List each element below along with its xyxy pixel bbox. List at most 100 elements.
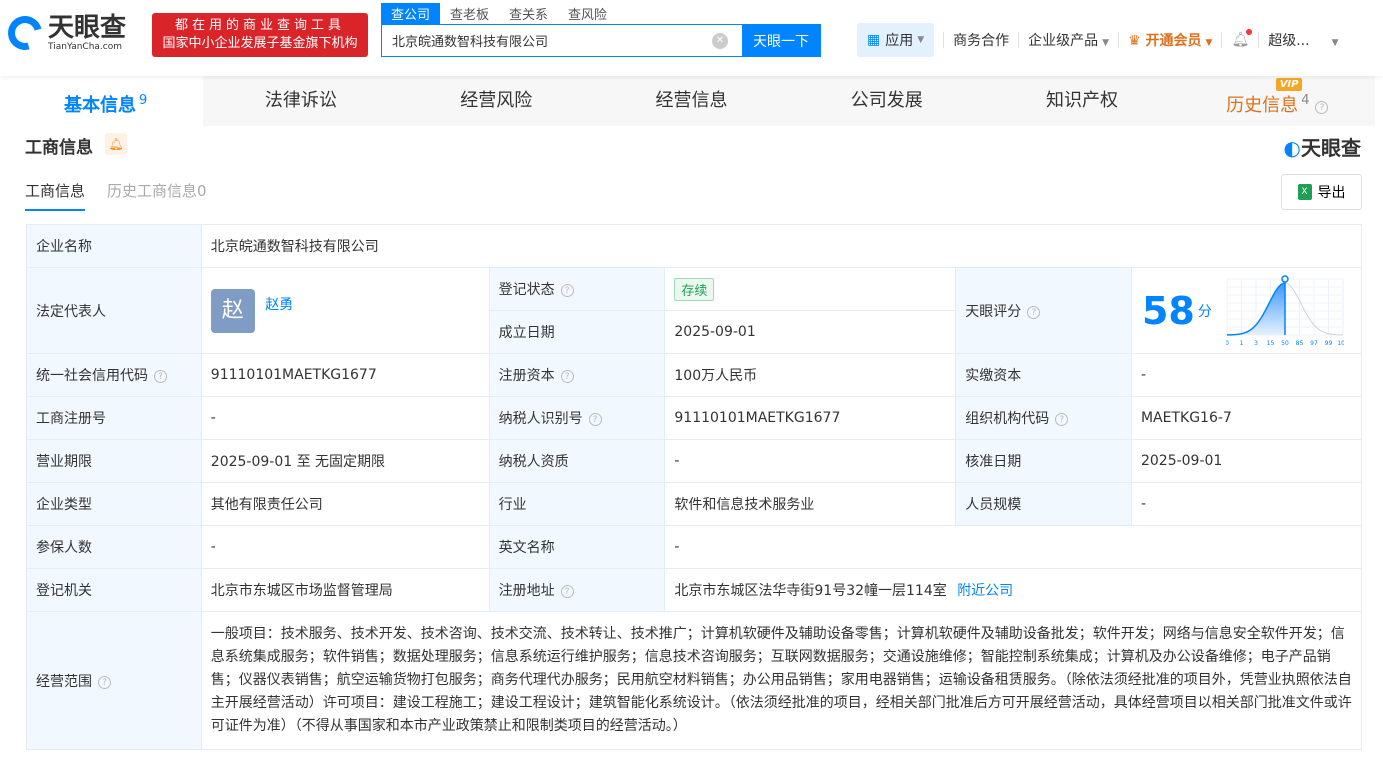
help-icon[interactable]: ? bbox=[1055, 413, 1069, 426]
tax-qualification: - bbox=[664, 439, 957, 483]
divider bbox=[1258, 32, 1260, 48]
label-legal-rep: 法定代表人 bbox=[26, 267, 202, 354]
help-icon[interactable]: ? bbox=[98, 675, 111, 689]
score-distribution-chart: 0 1 3 15 50 85 97 99 100 bbox=[1226, 274, 1344, 347]
help-icon[interactable]: ? bbox=[1027, 305, 1041, 319]
search-button[interactable]: 天眼一下 bbox=[742, 25, 820, 56]
search-tab-company[interactable]: 查公司 bbox=[381, 3, 441, 24]
label-reg-no: 工商注册号 bbox=[26, 396, 202, 440]
divider bbox=[1018, 32, 1020, 48]
tick-label: 100 bbox=[1337, 340, 1344, 347]
tab-development[interactable]: 公司发展 bbox=[789, 76, 984, 126]
search-tab-boss[interactable]: 查老板 bbox=[440, 3, 499, 24]
subtab-history-business-info[interactable]: 历史工商信息0 bbox=[107, 180, 207, 211]
label-capital: 注册资本? bbox=[488, 353, 666, 397]
top-nav: ▦ 应用 ▼ 商务合作 企业级产品 ▼ ♛ 开通会员 ▼ 🔔︎ 超级... ▼ bbox=[857, 23, 1339, 57]
label-authority: 登记机关 bbox=[26, 568, 202, 612]
help-icon[interactable]: ? bbox=[560, 585, 574, 598]
sub-tabs: 工商信息 历史工商信息0 bbox=[25, 180, 229, 211]
section-title: 工商信息 bbox=[25, 138, 93, 158]
logo[interactable]: 天眼查 TianYanCha.com bbox=[1, 9, 126, 57]
crown-icon: ♛ bbox=[1128, 33, 1146, 49]
slogan-line1: 都在用的商业查询工具 bbox=[174, 18, 345, 33]
help-icon[interactable]: ? bbox=[154, 370, 167, 383]
tab-ip[interactable]: 知识产权 bbox=[984, 76, 1179, 126]
tick-label: 3 bbox=[1254, 340, 1258, 347]
nearby-companies-link[interactable]: 附近公司 bbox=[957, 583, 1013, 599]
label-address: 注册地址? bbox=[488, 568, 666, 612]
status-badge: 存续 bbox=[674, 277, 715, 301]
tab-legal[interactable]: 法律诉讼 bbox=[203, 76, 398, 126]
app-menu-button[interactable]: ▦ 应用 ▼ bbox=[857, 23, 935, 57]
tab-count: 9 bbox=[139, 93, 148, 108]
user-menu[interactable]: 超级... ▼ bbox=[1268, 30, 1338, 50]
score-cell[interactable]: 58分 0 1 3 15 50 85 97 99 100 bbox=[1130, 267, 1363, 354]
tick-label: 99 bbox=[1325, 340, 1333, 347]
caret-down-icon: ▼ bbox=[1102, 38, 1110, 48]
tab-basic-info[interactable]: 基本信息 9 bbox=[8, 76, 204, 126]
founded-date: 2025-09-01 bbox=[664, 310, 957, 354]
authority: 北京市东城区市场监督管理局 bbox=[200, 568, 490, 612]
subtab-business-info[interactable]: 工商信息 bbox=[25, 180, 86, 211]
tab-history[interactable]: 历史信息 4? VIP bbox=[1180, 76, 1375, 126]
status-cell: 存续 bbox=[664, 267, 957, 311]
tick-label: 0 bbox=[1226, 340, 1229, 347]
business-cooperation-link[interactable]: 商务合作 bbox=[953, 30, 1009, 50]
tick-label: 15 bbox=[1267, 340, 1275, 347]
company-type: 其他有限责任公司 bbox=[200, 482, 490, 526]
business-scope: 一般项目：技术服务、技术开发、技术咨询、技术交流、技术转让、技术推广；计算机软硬… bbox=[200, 611, 1363, 750]
tick-label: 97 bbox=[1310, 340, 1318, 347]
help-icon[interactable]: ? bbox=[588, 413, 602, 426]
tab-count: 4 bbox=[1301, 93, 1310, 108]
label-english-name: 英文名称 bbox=[488, 525, 666, 569]
enterprise-products-menu[interactable]: 企业级产品 ▼ bbox=[1028, 30, 1109, 50]
excel-icon: X bbox=[1297, 184, 1312, 200]
label-tax-qualification: 纳税人资质 bbox=[488, 439, 666, 483]
divider bbox=[1118, 32, 1120, 48]
caret-down-icon: ▼ bbox=[1331, 38, 1339, 48]
logo-domain: TianYanCha.com bbox=[48, 42, 123, 52]
bell-icon[interactable]: 🔔︎ bbox=[1231, 29, 1253, 48]
brand-logo: ◐天眼查 bbox=[1283, 136, 1361, 160]
label-org-code: 组织机构代码? bbox=[955, 396, 1132, 440]
app-label: 应用 bbox=[885, 33, 914, 49]
search-tab-risk[interactable]: 查风险 bbox=[558, 3, 617, 24]
help-icon[interactable]: ? bbox=[1315, 101, 1329, 114]
tab-operations[interactable]: 经营信息 bbox=[594, 76, 789, 126]
address: 北京市东城区法华寺街91号32幢一层114室 bbox=[674, 583, 947, 599]
credit-code: 91110101MAETKG1677 bbox=[200, 353, 490, 397]
vip-badge: VIP bbox=[1275, 78, 1303, 91]
label-score: 天眼评分? bbox=[955, 267, 1132, 354]
tab-history-label: 历史信息 bbox=[1226, 95, 1299, 116]
grid-icon: ▦ bbox=[867, 32, 881, 48]
tick-label: 85 bbox=[1296, 340, 1304, 347]
org-code: MAETKG16-7 bbox=[1130, 396, 1363, 440]
enterprise-label: 企业级产品 bbox=[1028, 33, 1099, 49]
monitor-bell-icon[interactable]: 🔔︎ bbox=[105, 133, 127, 155]
main-tabs: 基本信息 9 法律诉讼 经营风险 经营信息 公司发展 知识产权 历史信息 4? VIP bbox=[8, 76, 1375, 126]
vip-label: 开通会员 bbox=[1145, 33, 1202, 49]
approve-date: 2025-09-01 bbox=[1130, 439, 1363, 483]
logo-icon bbox=[1, 9, 49, 57]
tick-label: 1 bbox=[1239, 340, 1243, 347]
divider bbox=[1221, 32, 1223, 48]
search-input[interactable] bbox=[382, 25, 712, 56]
slogan-banner[interactable]: 都在用的商业查询工具 国家中小企业发展子基金旗下机构 bbox=[152, 13, 368, 57]
help-icon[interactable]: ? bbox=[560, 284, 574, 297]
paid-capital: - bbox=[1130, 353, 1363, 397]
insured-count: - bbox=[200, 525, 490, 569]
clear-icon[interactable]: ✕ bbox=[712, 33, 728, 49]
export-button[interactable]: X 导出 bbox=[1281, 174, 1362, 210]
help-icon[interactable]: ? bbox=[560, 370, 574, 383]
tab-risk[interactable]: 经营风险 bbox=[399, 76, 594, 126]
address-cell: 北京市东城区法华寺街91号32幢一层114室 附近公司 bbox=[664, 568, 1362, 612]
label-term: 营业期限 bbox=[26, 439, 202, 483]
search-tab-relation[interactable]: 查关系 bbox=[499, 3, 558, 24]
caret-down-icon: ▼ bbox=[1205, 38, 1213, 48]
term: 2025-09-01 至 无固定期限 bbox=[200, 439, 490, 483]
industry: 软件和信息技术服务业 bbox=[664, 482, 957, 526]
label-credit-code: 统一社会信用代码? bbox=[26, 353, 202, 397]
legal-rep-link[interactable]: 赵勇 bbox=[265, 297, 293, 313]
vip-menu[interactable]: ♛ 开通会员 ▼ bbox=[1128, 30, 1212, 50]
label-status: 登记状态? bbox=[488, 267, 666, 311]
